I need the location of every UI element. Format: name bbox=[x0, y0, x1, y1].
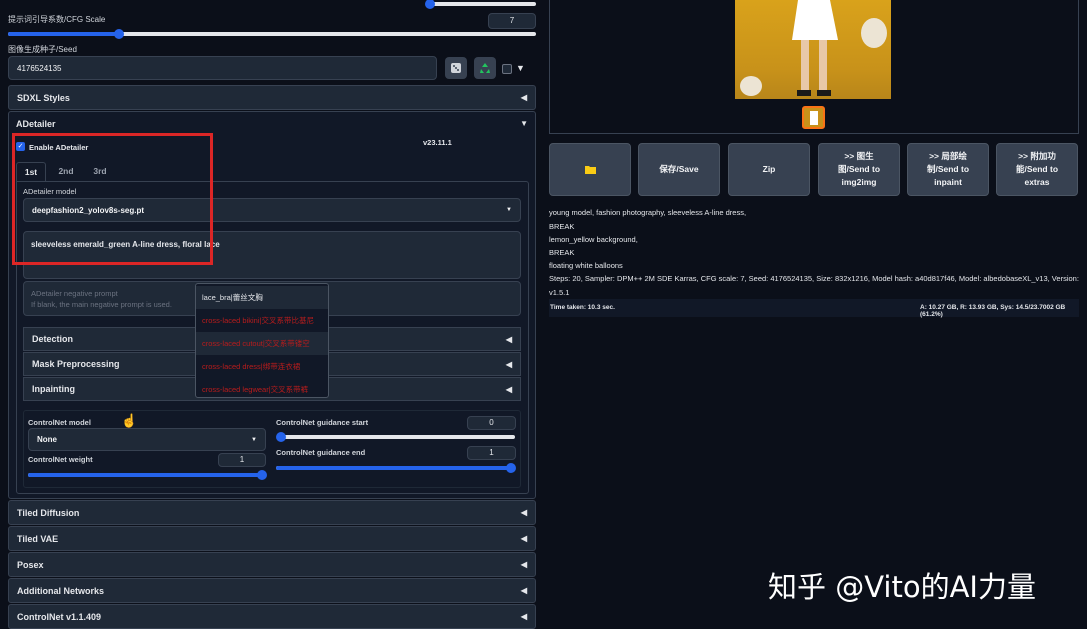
generation-info-line: v1.5.1 bbox=[549, 288, 570, 297]
adetailer-version: v23.11.1 bbox=[423, 138, 452, 147]
collapsed-triangle-icon: ◀ bbox=[520, 534, 527, 543]
thumbnail-figure bbox=[809, 110, 818, 125]
controlnet-weight-thumb[interactable] bbox=[257, 470, 267, 480]
collapsed-triangle-icon: ◀ bbox=[505, 334, 512, 344]
controlnet-accordion[interactable]: ControlNet v1.1.409 ◀ bbox=[8, 604, 536, 629]
send-to-img2img-line3: img2img bbox=[841, 177, 877, 187]
collapsed-triangle-icon: ◀ bbox=[520, 560, 527, 569]
collapsed-triangle-icon: ◀ bbox=[520, 612, 527, 621]
mask-preprocessing-label: Mask Preprocessing bbox=[32, 359, 120, 369]
cfg-scale-label: 提示词引导系数/CFG Scale bbox=[8, 15, 106, 24]
controlnet-model-label: ControlNet model bbox=[28, 418, 91, 427]
cfg-scale-input[interactable]: 7 bbox=[488, 13, 536, 29]
controlnet-guidance-end-label: ControlNet guidance end bbox=[276, 448, 366, 457]
tiled-diffusion-label: Tiled Diffusion bbox=[17, 507, 80, 518]
posex-label: Posex bbox=[17, 559, 44, 570]
seed-input[interactable]: 4176524135 bbox=[8, 56, 437, 80]
controlnet-guidance-start-thumb[interactable] bbox=[276, 432, 286, 442]
detection-label: Detection bbox=[32, 334, 74, 344]
autocomplete-item[interactable]: cross-laced legwear|交叉系带裤 bbox=[196, 378, 328, 401]
open-folder-button[interactable] bbox=[549, 143, 631, 196]
controlnet-guidance-start-input[interactable]: 0 bbox=[467, 416, 516, 430]
reuse-seed-button[interactable] bbox=[474, 57, 496, 79]
extra-seed-toggle-icon[interactable]: ▼ bbox=[516, 63, 525, 73]
collapsed-triangle-icon: ◀ bbox=[505, 384, 512, 394]
tiled-vae-accordion[interactable]: Tiled VAE ◀ bbox=[8, 526, 536, 551]
controlnet-guidance-end-slider[interactable] bbox=[276, 463, 516, 473]
controlnet-weight-input[interactable]: 1 bbox=[218, 453, 266, 467]
generation-info-line: floating white balloons bbox=[549, 261, 623, 270]
dice-icon bbox=[451, 63, 461, 73]
send-to-extras-button[interactable]: >> 附加功 能/Send to extras bbox=[996, 143, 1078, 196]
additional-networks-label: Additional Networks bbox=[17, 585, 105, 596]
send-to-inpaint-line3: inpaint bbox=[934, 177, 962, 187]
image-thumbnail[interactable] bbox=[802, 106, 825, 129]
chevron-down-icon: ▼ bbox=[251, 436, 257, 443]
watermark: 知乎 @Vito的AI力量 bbox=[768, 570, 1036, 604]
autocomplete-item[interactable]: cross-laced dress|绑带连衣裙 bbox=[196, 355, 328, 378]
controlnet-weight-slider[interactable] bbox=[28, 470, 267, 480]
inpainting-label: Inpainting bbox=[32, 384, 75, 394]
send-to-extras-line2: 能/Send to bbox=[1015, 164, 1059, 174]
autocomplete-item[interactable]: cross-laced cutout|交叉系带镂空 bbox=[196, 332, 328, 355]
collapsed-triangle-icon: ◀ bbox=[520, 508, 527, 517]
posex-accordion[interactable]: Posex ◀ bbox=[8, 552, 536, 577]
controlnet-guidance-end-fill bbox=[276, 466, 511, 470]
generation-info-line: young model, fashion photography, sleeve… bbox=[549, 208, 747, 217]
recycle-icon bbox=[480, 63, 490, 73]
controlnet-guidance-end-input[interactable]: 1 bbox=[467, 446, 516, 460]
send-to-img2img-line1: >> 图生 bbox=[844, 151, 874, 161]
steps-slider-thumb[interactable] bbox=[425, 0, 435, 9]
save-button[interactable]: 保存/Save bbox=[638, 143, 720, 196]
controlnet-label: ControlNet v1.1.409 bbox=[17, 611, 102, 622]
controlnet-guidance-start-slider[interactable] bbox=[276, 432, 515, 442]
chevron-down-icon: ▼ bbox=[506, 207, 512, 213]
collapsed-triangle-icon: ◀ bbox=[520, 586, 527, 595]
collapsed-triangle-icon: ◀ bbox=[505, 359, 512, 369]
autocomplete-dropdown: lace_bra|蕾丝文胸 cross-laced bikini|交叉系带比基尼… bbox=[195, 283, 329, 398]
cfg-scale-thumb[interactable] bbox=[113, 29, 124, 39]
send-to-inpaint-button[interactable]: >> 局部绘 制/Send to inpaint bbox=[907, 143, 989, 196]
send-to-img2img-button[interactable]: >> 图生 图/Send to img2img bbox=[818, 143, 900, 196]
controlnet-guidance-end-thumb[interactable] bbox=[506, 463, 516, 473]
generation-info-line: lemon_yellow background, bbox=[549, 235, 638, 244]
steps-slider[interactable] bbox=[425, 0, 536, 9]
seed-label: 图像生成种子/Seed bbox=[8, 45, 77, 54]
controlnet-model-dropdown[interactable]: None ▼ bbox=[28, 428, 266, 451]
output-image[interactable] bbox=[735, 0, 891, 99]
vram-usage: A: 10.27 GB, R: 13.93 GB, Sys: 14.5/23.7… bbox=[920, 304, 1066, 318]
time-taken: Time taken: 10.3 sec. bbox=[550, 304, 615, 311]
cfg-scale-slider[interactable] bbox=[8, 29, 536, 39]
folder-icon bbox=[584, 166, 596, 174]
extra-seed-checkbox[interactable] bbox=[502, 64, 512, 74]
mouse-cursor-icon: ☝ bbox=[121, 413, 138, 428]
controlnet-model-value: None bbox=[37, 435, 57, 444]
random-seed-button[interactable] bbox=[445, 57, 467, 79]
fashion-model-picture bbox=[740, 0, 887, 96]
tiled-vae-label: Tiled VAE bbox=[17, 533, 59, 544]
cfg-scale-fill bbox=[8, 32, 119, 36]
send-to-img2img-line2: 图/Send to bbox=[837, 164, 881, 174]
generation-info-line: Steps: 20, Sampler: DPM++ 2M SDE Karras,… bbox=[549, 274, 1079, 283]
controlnet-weight-label: ControlNet weight bbox=[28, 455, 93, 464]
autocomplete-item[interactable]: cross-laced bikini|交叉系带比基尼 bbox=[196, 309, 328, 332]
send-to-extras-line3: extras bbox=[1024, 177, 1050, 187]
send-to-inpaint-line1: >> 局部绘 bbox=[929, 151, 967, 161]
adetailer-label: ADetailer bbox=[16, 118, 56, 129]
controlnet-weight-fill bbox=[28, 473, 262, 477]
send-to-inpaint-line2: 制/Send to bbox=[926, 164, 970, 174]
highlight-annotation-box bbox=[12, 133, 213, 265]
generation-info-line: BREAK bbox=[549, 222, 575, 231]
expanded-triangle-icon: ▼ bbox=[520, 119, 528, 128]
tiled-diffusion-accordion[interactable]: Tiled Diffusion ◀ bbox=[8, 500, 536, 525]
generation-info-line: BREAK bbox=[549, 248, 575, 257]
sdxl-styles-accordion[interactable]: SDXL Styles ◀ bbox=[8, 85, 536, 110]
send-to-extras-line1: >> 附加功 bbox=[1018, 151, 1056, 161]
collapsed-triangle-icon: ◀ bbox=[520, 93, 527, 102]
sdxl-styles-label: SDXL Styles bbox=[17, 92, 70, 103]
autocomplete-header[interactable]: lace_bra|蕾丝文胸 bbox=[196, 286, 328, 309]
controlnet-guidance-start-label: ControlNet guidance start bbox=[276, 418, 369, 427]
additional-networks-accordion[interactable]: Additional Networks ◀ bbox=[8, 578, 536, 603]
zip-button[interactable]: Zip bbox=[728, 143, 810, 196]
